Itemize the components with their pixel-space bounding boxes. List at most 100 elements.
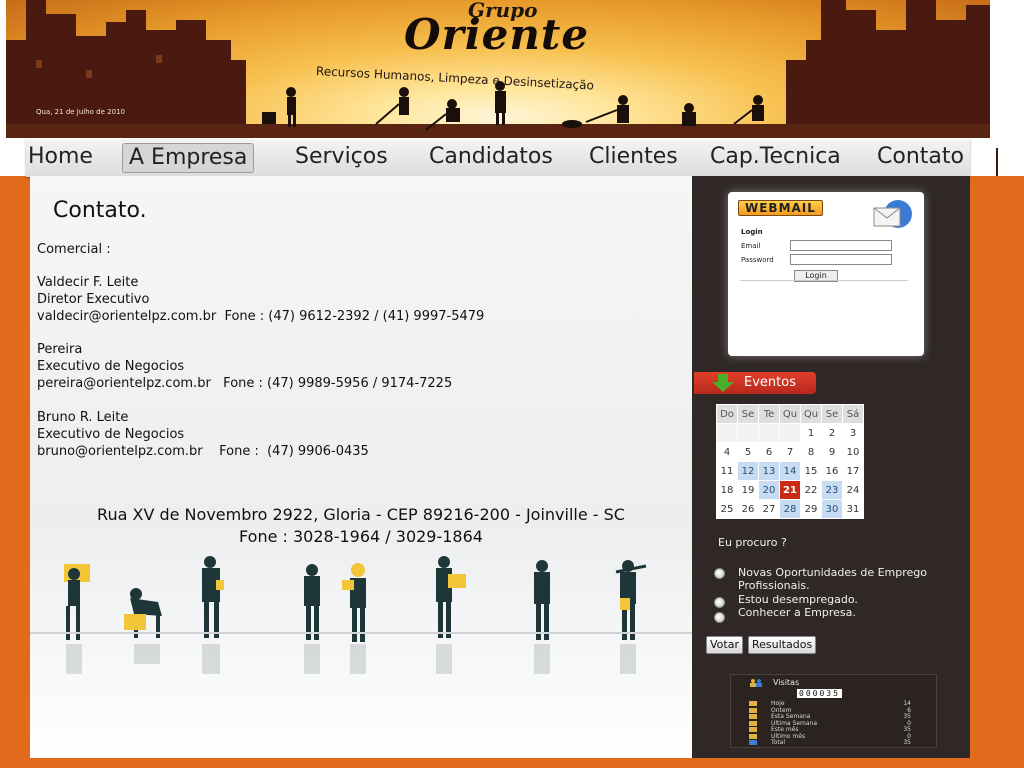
- poll-option-label: Profissionais.: [738, 579, 810, 592]
- visitor-icon: [749, 707, 757, 713]
- calendar-weekday: Te: [759, 405, 779, 423]
- webmail-divider: [740, 280, 908, 281]
- nav-clientes[interactable]: Clientes: [589, 143, 678, 171]
- calendar-weekday: Sá: [843, 405, 863, 423]
- calendar-day[interactable]: 1: [801, 424, 821, 442]
- nav-candidatos[interactable]: Candidatos: [429, 143, 553, 171]
- poll-option-radio[interactable]: [714, 612, 725, 623]
- contact-card: Pereira Executivo de Negocios pereira@or…: [37, 341, 452, 392]
- calendar-day[interactable]: 16: [822, 462, 842, 480]
- email-field[interactable]: [790, 240, 892, 251]
- poll-option-label: Conhecer a Empresa.: [738, 606, 856, 619]
- contact-role: Executivo de Negocios: [37, 427, 185, 442]
- calendar-day[interactable]: 14: [780, 462, 800, 480]
- calendar-day[interactable]: 19: [738, 481, 758, 499]
- results-button[interactable]: Resultados: [748, 636, 817, 654]
- visitor-icon: [749, 740, 757, 745]
- nav-servicos[interactable]: Serviços: [295, 143, 388, 171]
- contact-role: Diretor Executivo: [37, 292, 150, 307]
- login-label: Login: [741, 228, 763, 236]
- calendar-day[interactable]: 3: [843, 424, 863, 442]
- company-address: Rua XV de Novembro 2922, Gloria - CEP 89…: [30, 504, 692, 548]
- calendar-day[interactable]: 20: [759, 481, 779, 499]
- calendar-day[interactable]: 24: [843, 481, 863, 499]
- calendar-empty-cell: [780, 424, 800, 442]
- calendar-day[interactable]: 6: [759, 443, 779, 461]
- group-icon: [750, 679, 762, 687]
- calendar-today[interactable]: 21: [780, 481, 800, 499]
- contact-card: Bruno R. Leite Executivo de Negocios bru…: [37, 409, 369, 460]
- calendar-day[interactable]: 25: [717, 500, 737, 518]
- envelope-globe-icon: [873, 200, 912, 228]
- calendar-day[interactable]: 17: [843, 462, 863, 480]
- webmail-title: WEBMAIL: [738, 200, 823, 216]
- calendar-day[interactable]: 18: [717, 481, 737, 499]
- address-phone: Fone : 3028-1964 / 3029-1864: [239, 527, 483, 546]
- calendar-empty-cell: [759, 424, 779, 442]
- arrow-down-icon: [712, 374, 734, 392]
- contact-email-phone: pereira@orientelpz.com.br Fone : (47) 99…: [37, 376, 453, 391]
- right-sidebar: WEBMAIL Login Email Password Login Event…: [692, 176, 970, 758]
- contact-role: Executivo de Negocios: [37, 359, 185, 374]
- main-nav: Home A Empresa Serviços Candidatos Clien…: [26, 138, 970, 177]
- calendar-day[interactable]: 23: [822, 481, 842, 499]
- calendar-day[interactable]: 2: [822, 424, 842, 442]
- calendar-day[interactable]: 5: [738, 443, 758, 461]
- visitor-icon: [749, 733, 757, 739]
- events-header[interactable]: Eventos: [694, 372, 816, 394]
- visits-total-counter: 000035: [797, 689, 842, 698]
- section-label-comercial: Comercial :: [37, 242, 111, 257]
- contact-email-phone: bruno@orientelpz.com.br Fone : (47) 9906…: [37, 444, 369, 459]
- calendar-weekday: Qu: [780, 405, 800, 423]
- vote-button[interactable]: Votar: [706, 636, 743, 654]
- contact-name: Bruno R. Leite: [37, 410, 129, 425]
- current-date: Qua, 21 de Julho de 2010: [36, 108, 125, 116]
- calendar-day[interactable]: 11: [717, 462, 737, 480]
- contact-name: Pereira: [37, 342, 83, 357]
- password-label: Password: [741, 256, 774, 264]
- calendar-day[interactable]: 28: [780, 500, 800, 518]
- workers-silhouette-illustration: [64, 556, 647, 674]
- visits-counter-panel: Visitas 000035 Hoje 14 Ontem 6 Esta Semana 35…: [730, 674, 937, 748]
- calendar-day[interactable]: 9: [822, 443, 842, 461]
- address-line: Rua XV de Novembro 2922, Gloria - CEP 89…: [97, 505, 625, 524]
- email-label: Email: [741, 242, 761, 250]
- calendar-day[interactable]: 31: [843, 500, 863, 518]
- calendar-day[interactable]: 13: [759, 462, 779, 480]
- nav-a-empresa[interactable]: A Empresa: [122, 143, 255, 173]
- calendar-weekday: Qu: [801, 405, 821, 423]
- calendar-day[interactable]: 15: [801, 462, 821, 480]
- visitor-icon: [749, 714, 757, 719]
- poll-option-radio[interactable]: [714, 568, 725, 579]
- calendar-weekday: Se: [822, 405, 842, 423]
- calendar-day[interactable]: 8: [801, 443, 821, 461]
- visitor-icon: [749, 720, 757, 726]
- header-banner: Grupo Oriente Recursos Humanos, Limpeza …: [6, 0, 990, 138]
- calendar-day[interactable]: 29: [801, 500, 821, 518]
- calendar-day[interactable]: 22: [801, 481, 821, 499]
- calendar-day[interactable]: 12: [738, 462, 758, 480]
- poll-option-radio[interactable]: [714, 597, 725, 608]
- password-field[interactable]: [790, 254, 892, 265]
- events-calendar: Do Se Te Qu Qu Se Sá 1 2 3 4 5 6 7 8 9 10 11 12 13 14 15 16 17 1…: [716, 404, 864, 519]
- webmail-login-panel: WEBMAIL Login Email Password Login: [728, 192, 924, 356]
- calendar-weekday: Do: [717, 405, 737, 423]
- poll-option-label: Novas Oportunidades de Emprego: [738, 566, 927, 579]
- nav-contato[interactable]: Contato: [877, 143, 964, 171]
- calendar-day[interactable]: 10: [843, 443, 863, 461]
- calendar-empty-cell: [738, 424, 758, 442]
- calendar-day[interactable]: 4: [717, 443, 737, 461]
- contact-name: Valdecir F. Leite: [37, 275, 139, 290]
- calendar-day[interactable]: 26: [738, 500, 758, 518]
- floor-line: [30, 632, 692, 634]
- calendar-day[interactable]: 7: [780, 443, 800, 461]
- calendar-day[interactable]: 27: [759, 500, 779, 518]
- nav-cap-tecnica[interactable]: Cap.Tecnica: [710, 143, 841, 171]
- calendar-day[interactable]: 30: [822, 500, 842, 518]
- nav-home[interactable]: Home: [28, 143, 93, 171]
- main-content: Contato. Comercial : Valdecir F. Leite D…: [30, 176, 692, 758]
- visits-row-value: 35: [903, 739, 911, 746]
- visitor-icon: [749, 701, 757, 706]
- events-title: Eventos: [744, 375, 796, 390]
- logo-brand-name: Oriente: [404, 10, 590, 59]
